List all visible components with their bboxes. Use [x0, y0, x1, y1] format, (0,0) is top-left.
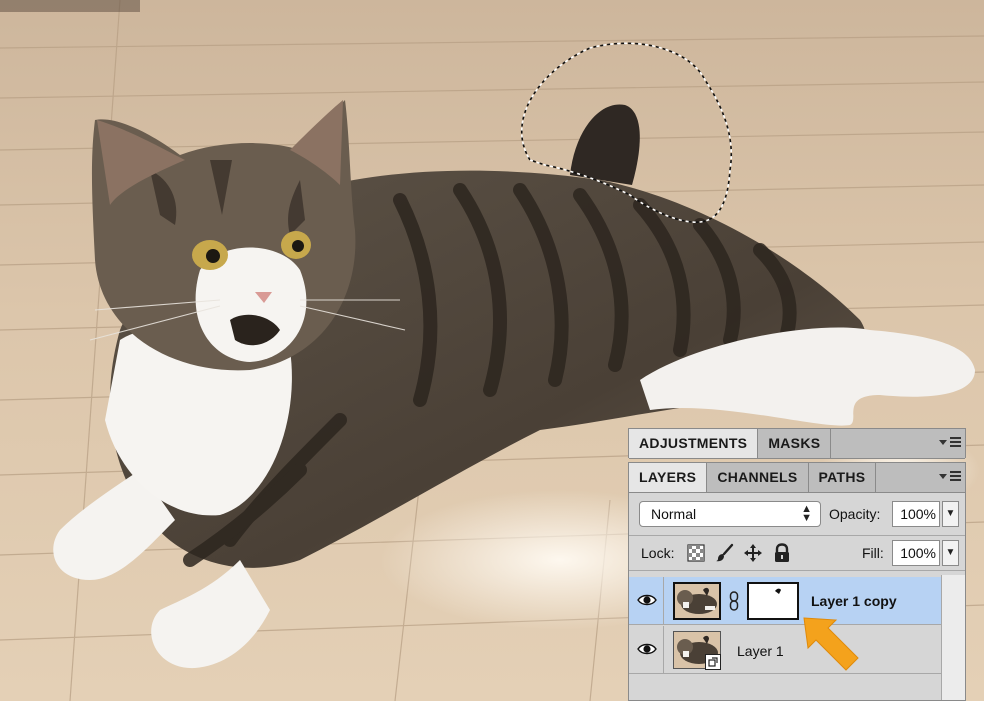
visibility-eye-icon[interactable]: [637, 642, 657, 656]
lock-all-icon[interactable]: [772, 543, 792, 563]
layer-thumbnail[interactable]: [673, 582, 721, 620]
divider: [663, 626, 664, 673]
tab-channels[interactable]: CHANNELS: [707, 463, 809, 492]
lock-brush-icon[interactable]: [715, 543, 735, 563]
blend-row: Normal ▲ ▼ Opacity: 100% ▼: [639, 501, 961, 529]
stepper-arrows-icon: ▲ ▼: [801, 503, 812, 524]
lock-label: Lock:: [641, 545, 675, 561]
tab-adjustments[interactable]: ADJUSTMENTS: [629, 429, 759, 458]
smart-object-badge-icon: [705, 654, 721, 670]
adjustments-panel: ADJUSTMENTS MASKS: [628, 428, 966, 459]
layer-row-layer-1[interactable]: Layer 1: [629, 626, 941, 674]
layers-panel: LAYERS CHANNELS PATHS Normal ▲ ▼ Opacity:…: [628, 462, 966, 701]
opacity-input[interactable]: 100%: [892, 501, 940, 527]
fill-dropdown-button[interactable]: ▼: [942, 540, 959, 566]
layer-name[interactable]: Layer 1 copy: [811, 593, 897, 609]
layers-tabbar: LAYERS CHANNELS PATHS: [629, 463, 965, 493]
link-chain-icon[interactable]: [729, 591, 739, 611]
layer-mask-thumbnail[interactable]: [747, 582, 799, 620]
divider: [663, 577, 664, 624]
opacity-label: Opacity:: [829, 506, 881, 522]
opacity-dropdown-button[interactable]: ▼: [942, 501, 959, 527]
lock-row: Lock: Fill: 100% ▼: [629, 535, 965, 571]
blend-mode-select[interactable]: Normal ▲ ▼: [639, 501, 821, 527]
lock-transparency-icon[interactable]: [686, 543, 706, 563]
tab-layers[interactable]: LAYERS: [629, 463, 708, 492]
tab-masks[interactable]: MASKS: [758, 429, 832, 458]
callout-arrow-icon: [800, 614, 862, 676]
tab-paths[interactable]: PATHS: [809, 463, 877, 492]
layer-row-layer-1-copy[interactable]: Layer 1 copy: [629, 577, 941, 625]
panel-menu-icon[interactable]: [939, 470, 961, 484]
layers-scrollbar[interactable]: [941, 575, 965, 700]
fill-label: Fill:: [862, 545, 884, 561]
panel-menu-icon[interactable]: [939, 436, 961, 450]
fill-input[interactable]: 100%: [892, 540, 940, 566]
visibility-eye-icon[interactable]: [637, 593, 657, 607]
layer-name[interactable]: Layer 1: [737, 643, 784, 659]
adjustments-tabbar: ADJUSTMENTS MASKS: [629, 429, 965, 459]
blend-mode-value: Normal: [651, 506, 697, 522]
lock-position-icon[interactable]: [743, 543, 763, 563]
